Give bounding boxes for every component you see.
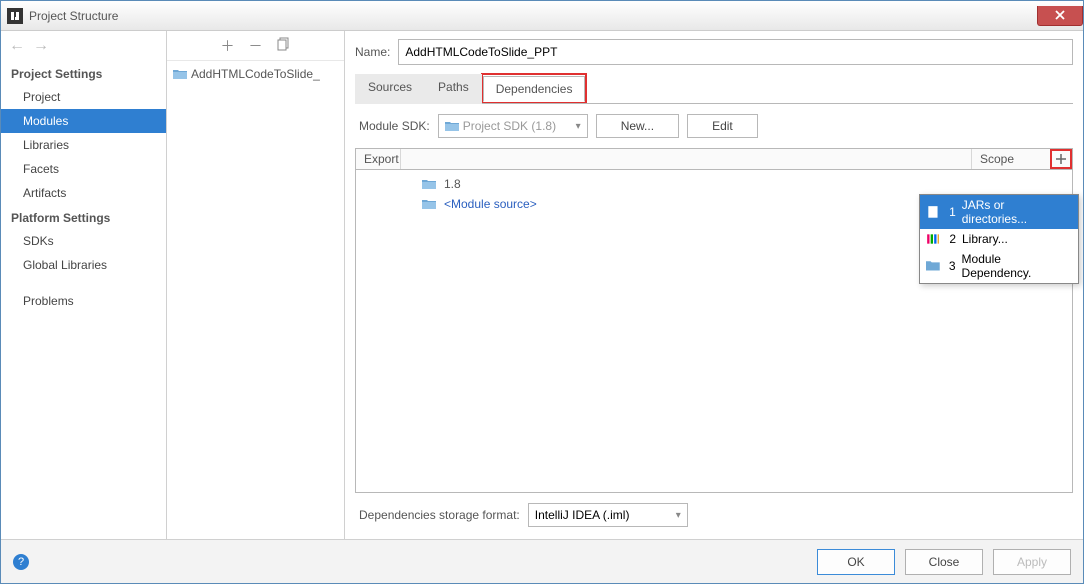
storage-row: Dependencies storage format: IntelliJ ID… bbox=[355, 493, 1073, 539]
jar-icon bbox=[926, 205, 940, 219]
sdk-folder-icon bbox=[445, 120, 459, 132]
tab-paths[interactable]: Paths bbox=[425, 74, 482, 104]
nav-back-icon[interactable]: ← bbox=[9, 37, 25, 55]
sidebar-item-artifacts[interactable]: Artifacts bbox=[1, 181, 166, 205]
help-button[interactable]: ? bbox=[13, 554, 29, 570]
folder-icon bbox=[422, 198, 436, 210]
new-button[interactable]: New... bbox=[596, 114, 679, 138]
tab-dependencies[interactable]: Dependencies bbox=[483, 76, 586, 102]
add-dependency-button[interactable] bbox=[1050, 149, 1072, 169]
sidebar-item-libraries[interactable]: Libraries bbox=[1, 133, 166, 157]
col-blank bbox=[401, 149, 972, 169]
sidebar-item-project[interactable]: Project bbox=[1, 85, 166, 109]
sidebar-item-facets[interactable]: Facets bbox=[1, 157, 166, 181]
chevron-down-icon: ▾ bbox=[676, 510, 681, 521]
name-row: Name: bbox=[355, 39, 1073, 65]
module-name: AddHTMLCodeToSlide_ bbox=[191, 67, 320, 81]
sidebar-section-platform: Platform Settings bbox=[1, 205, 166, 229]
tab-dependencies-highlight: Dependencies bbox=[481, 73, 588, 103]
sidebar: ← → Project Settings Project Modules Lib… bbox=[1, 31, 167, 539]
add-dependency-popup: 1 JARs or directories... 2 Library... 3 … bbox=[919, 194, 1079, 284]
edit-button[interactable]: Edit bbox=[687, 114, 758, 138]
close-button[interactable] bbox=[1037, 6, 1083, 26]
sdk-row: Module SDK: Project SDK (1.8) ▾ New... E… bbox=[355, 104, 1073, 148]
storage-value: IntelliJ IDEA (.iml) bbox=[535, 508, 630, 522]
tab-sources[interactable]: Sources bbox=[355, 74, 425, 104]
titlebar: Project Structure bbox=[1, 1, 1083, 31]
dep-text: 1.8 bbox=[444, 177, 461, 191]
sidebar-section-project: Project Settings bbox=[1, 61, 166, 85]
dep-row-sdk[interactable]: 1.8 bbox=[362, 174, 1066, 194]
library-icon bbox=[926, 232, 940, 246]
remove-icon[interactable]: － bbox=[249, 36, 263, 56]
content: ← → Project Settings Project Modules Lib… bbox=[1, 31, 1083, 539]
popup-label: JARs or directories... bbox=[962, 198, 1072, 226]
sdk-value: Project SDK (1.8) bbox=[463, 119, 572, 133]
sdk-select[interactable]: Project SDK (1.8) ▾ bbox=[438, 114, 588, 138]
nav-forward-icon[interactable]: → bbox=[33, 37, 49, 55]
name-label: Name: bbox=[355, 45, 390, 59]
chevron-down-icon: ▾ bbox=[576, 121, 581, 132]
apply-button: Apply bbox=[993, 549, 1071, 575]
dep-text: <Module source> bbox=[444, 197, 537, 211]
ok-button[interactable]: OK bbox=[817, 549, 895, 575]
col-scope: Scope bbox=[972, 149, 1050, 169]
sdk-label: Module SDK: bbox=[359, 119, 430, 133]
name-input[interactable] bbox=[398, 39, 1073, 65]
folder-icon bbox=[422, 178, 436, 190]
tree-toolbar: ＋ － bbox=[167, 31, 344, 61]
footer: ? OK Close Apply bbox=[1, 539, 1083, 583]
popup-label: Module Dependency. bbox=[962, 252, 1072, 280]
sidebar-item-global-libraries[interactable]: Global Libraries bbox=[1, 253, 166, 277]
deps-table-header: Export Scope bbox=[355, 148, 1073, 170]
cancel-button[interactable]: Close bbox=[905, 549, 983, 575]
tree-body: AddHTMLCodeToSlide_ bbox=[167, 61, 344, 539]
module-icon bbox=[926, 259, 940, 273]
popup-num: 3 bbox=[946, 259, 956, 273]
app-icon bbox=[7, 8, 23, 24]
main-panel: Name: Sources Paths Dependencies Module … bbox=[345, 31, 1083, 539]
add-icon[interactable]: ＋ bbox=[221, 36, 235, 56]
window-title: Project Structure bbox=[29, 9, 1037, 23]
popup-item-module-dep[interactable]: 3 Module Dependency. bbox=[920, 249, 1078, 283]
module-row[interactable]: AddHTMLCodeToSlide_ bbox=[173, 65, 338, 83]
col-export: Export bbox=[356, 149, 401, 169]
popup-item-library[interactable]: 2 Library... bbox=[920, 229, 1078, 249]
module-tree-panel: ＋ － AddHTMLCodeToSlide_ bbox=[167, 31, 345, 539]
copy-icon[interactable] bbox=[277, 37, 291, 54]
popup-item-jars[interactable]: 1 JARs or directories... bbox=[920, 195, 1078, 229]
popup-num: 2 bbox=[946, 232, 956, 246]
sidebar-item-modules[interactable]: Modules bbox=[1, 109, 166, 133]
sidebar-item-sdks[interactable]: SDKs bbox=[1, 229, 166, 253]
popup-label: Library... bbox=[962, 232, 1008, 246]
folder-icon bbox=[173, 68, 187, 80]
storage-label: Dependencies storage format: bbox=[359, 508, 520, 522]
sidebar-item-problems[interactable]: Problems bbox=[1, 289, 166, 313]
popup-num: 1 bbox=[946, 205, 956, 219]
tabs: Sources Paths Dependencies bbox=[355, 73, 1073, 104]
storage-select[interactable]: IntelliJ IDEA (.iml) ▾ bbox=[528, 503, 688, 527]
sidebar-nav: ← → bbox=[1, 31, 166, 61]
